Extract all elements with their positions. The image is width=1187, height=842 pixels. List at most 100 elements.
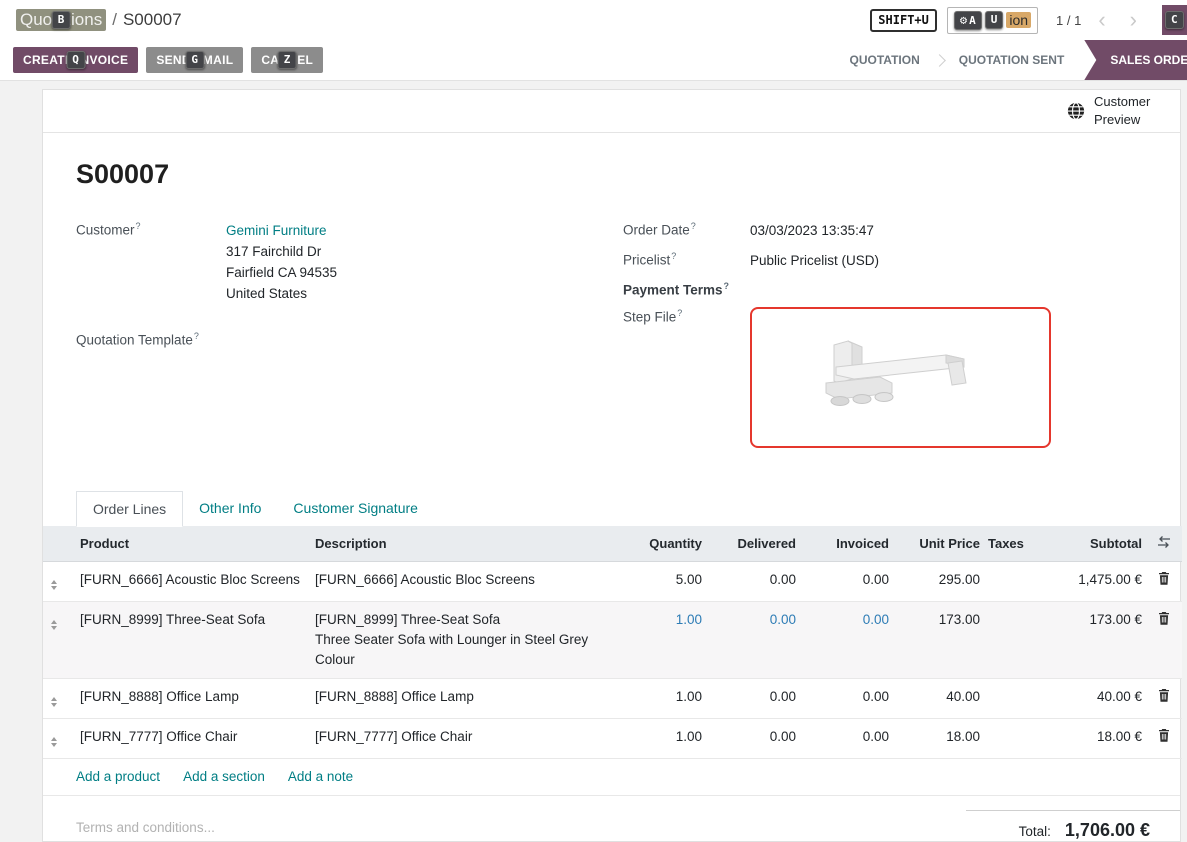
- drag-handle-icon[interactable]: [47, 577, 61, 593]
- cell-taxes: [984, 718, 1046, 758]
- optional-columns-header[interactable]: [1146, 526, 1182, 562]
- terms-and-conditions-input[interactable]: Terms and conditions...: [76, 810, 215, 835]
- totals-block: Total: 1,706.00 €: [966, 810, 1180, 841]
- cell-description: [FURN_8999] Three-Seat Sofa Three Seater…: [311, 601, 616, 678]
- customer-link[interactable]: Gemini Furniture: [226, 223, 327, 238]
- gear-icon: ⚙: [960, 13, 967, 27]
- cell-invoiced: 0.00: [800, 718, 893, 758]
- action-menu-button[interactable]: ⚙A U ion: [947, 7, 1038, 34]
- cell-product: [FURN_8888] Office Lamp: [76, 678, 311, 718]
- total-label: Total:: [1019, 824, 1051, 839]
- cell-product: [FURN_6666] Acoustic Bloc Screens: [76, 561, 311, 601]
- cell-unit-price: 295.00: [893, 561, 984, 601]
- breadcrumb-bar: Quotations B / S00007 SHIFT+U ⚙A U ion 1…: [0, 0, 1187, 40]
- cell-subtotal: 40.00 €: [1046, 678, 1146, 718]
- cell-product: [FURN_8999] Three-Seat Sofa: [76, 601, 311, 678]
- send-email-button[interactable]: SEND EMAIL G: [146, 47, 243, 73]
- form-sheet: Customer Preview S00007 Customer? Gemini…: [42, 89, 1181, 842]
- cell-description: [FURN_8888] Office Lamp: [311, 678, 616, 718]
- edge-create-button[interactable]: C: [1162, 5, 1187, 35]
- cell-delivered: 0.00: [706, 561, 800, 601]
- help-icon: ?: [671, 251, 676, 261]
- delivered-column-header[interactable]: Delivered: [706, 526, 800, 562]
- unit-price-column-header[interactable]: Unit Price: [893, 526, 984, 562]
- cell-taxes: [984, 561, 1046, 601]
- trash-icon: [1158, 572, 1170, 585]
- trash-icon: [1158, 729, 1170, 742]
- stage-sales-order[interactable]: SALES ORDER: [1084, 40, 1187, 80]
- cancel-button[interactable]: CANCEL Z: [251, 47, 323, 73]
- description-column-header[interactable]: Description: [311, 526, 616, 562]
- step-file-image[interactable]: [750, 307, 1051, 448]
- taxes-column-header[interactable]: Taxes: [984, 526, 1046, 562]
- payment-terms-label: Payment Terms?: [623, 280, 750, 298]
- order-date-value[interactable]: 03/03/2023 13:35:47: [750, 220, 874, 241]
- order-line-row[interactable]: [FURN_8999] Three-Seat Sofa [FURN_8999] …: [43, 601, 1182, 678]
- cell-invoiced: 0.00: [800, 678, 893, 718]
- delete-line-button[interactable]: [1156, 687, 1172, 709]
- order-lines-table: Product Description Quantity Delivered I…: [43, 526, 1182, 759]
- invoiced-column-header[interactable]: Invoiced: [800, 526, 893, 562]
- create-invoice-button[interactable]: CREATE INVOICE Q: [13, 47, 138, 73]
- tab-order-lines[interactable]: Order Lines: [76, 491, 183, 527]
- cell-delivered: 0.00: [706, 601, 800, 678]
- customer-preview-link[interactable]: Customer Preview: [1067, 93, 1158, 128]
- order-line-row[interactable]: [FURN_8888] Office Lamp [FURN_8888] Offi…: [43, 678, 1182, 718]
- cell-quantity: 1.00: [616, 601, 706, 678]
- customer-preview-label: Customer Preview: [1094, 93, 1158, 128]
- sheet-body: S00007 Customer? Gemini Furniture 317 Fa…: [43, 133, 1180, 526]
- order-line-row[interactable]: [FURN_7777] Office Chair [FURN_7777] Off…: [43, 718, 1182, 758]
- help-icon: ?: [677, 308, 682, 318]
- customer-address-line: Fairfield CA 94535: [226, 262, 337, 283]
- product-column-header[interactable]: Product: [76, 526, 311, 562]
- table-header-row: Product Description Quantity Delivered I…: [43, 526, 1182, 562]
- payment-terms-field: Payment Terms?: [623, 280, 1140, 298]
- hint-badge-b: B: [52, 11, 71, 29]
- customer-address-line: 317 Fairchild Dr: [226, 241, 337, 262]
- cell-unit-price: 40.00: [893, 678, 984, 718]
- cell-subtotal: 1,475.00 €: [1046, 561, 1146, 601]
- tab-other-info[interactable]: Other Info: [183, 491, 277, 526]
- cell-unit-price: 173.00: [893, 601, 984, 678]
- total-value: 1,706.00 €: [1065, 820, 1150, 841]
- drag-handle-icon[interactable]: [47, 734, 61, 750]
- cell-taxes: [984, 678, 1046, 718]
- cell-subtotal: 18.00 €: [1046, 718, 1146, 758]
- pager-prev-button[interactable]: ‹: [1091, 10, 1112, 30]
- step-file-3d-render: [796, 327, 1006, 427]
- delete-line-button[interactable]: [1156, 570, 1172, 592]
- globe-icon: [1067, 102, 1085, 120]
- pricelist-label: Pricelist?: [623, 250, 750, 271]
- tab-customer-signature[interactable]: Customer Signature: [277, 491, 434, 526]
- notebook-tabs: Order Lines Other Info Customer Signatur…: [76, 491, 1140, 526]
- breadcrumb-quotations-link[interactable]: Quotations B: [16, 9, 106, 31]
- cell-quantity: 1.00: [616, 718, 706, 758]
- delete-line-button[interactable]: [1156, 610, 1172, 632]
- topbar-right: SHIFT+U ⚙A U ion 1 / 1 ‹ › C: [870, 5, 1187, 35]
- drag-handle-icon[interactable]: [47, 617, 61, 633]
- order-line-row[interactable]: [FURN_6666] Acoustic Bloc Screens [FURN_…: [43, 561, 1182, 601]
- handle-column-header: [43, 526, 76, 562]
- hint-badge-c: C: [1165, 11, 1184, 29]
- quotation-template-field[interactable]: Quotation Template?: [76, 330, 593, 348]
- fields-grid: Customer? Gemini Furniture 317 Fairchild…: [76, 220, 1140, 457]
- cell-description-note: Three Seater Sofa with Lounger in Steel …: [315, 630, 610, 670]
- stage-quotation[interactable]: QUOTATION: [830, 40, 940, 80]
- sheet-header: Customer Preview: [43, 90, 1180, 133]
- subtotal-column-header[interactable]: Subtotal: [1046, 526, 1146, 562]
- breadcrumb-separator: /: [112, 10, 117, 30]
- add-note-link[interactable]: Add a note: [288, 769, 353, 784]
- add-section-link[interactable]: Add a section: [183, 769, 265, 784]
- quantity-column-header[interactable]: Quantity: [616, 526, 706, 562]
- stage-quotation-sent[interactable]: QUOTATION SENT: [939, 40, 1085, 80]
- drag-handle-icon[interactable]: [47, 694, 61, 710]
- delete-line-button[interactable]: [1156, 727, 1172, 749]
- pager-next-button[interactable]: ›: [1123, 10, 1144, 30]
- add-product-link[interactable]: Add a product: [76, 769, 160, 784]
- pricelist-value[interactable]: Public Pricelist (USD): [750, 250, 879, 271]
- breadcrumb-current: S00007: [123, 10, 182, 30]
- fields-left-column: Customer? Gemini Furniture 317 Fairchild…: [76, 220, 593, 457]
- help-icon: ?: [691, 221, 696, 231]
- optional-columns-icon: [1157, 536, 1171, 548]
- sheet-footer: Terms and conditions... Total: 1,706.00 …: [43, 796, 1180, 841]
